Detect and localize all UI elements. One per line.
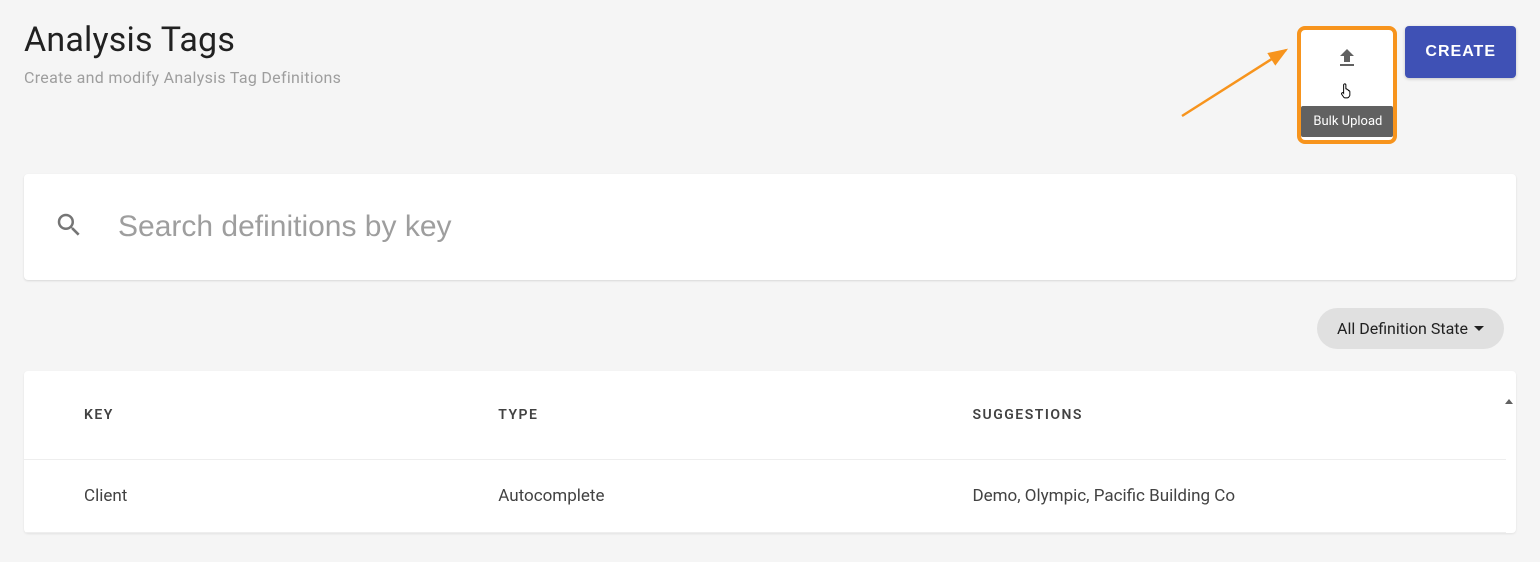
cell-suggestions: Demo, Olympic, Pacific Building Co: [972, 460, 1506, 533]
caret-down-icon: [1474, 326, 1484, 331]
cell-type: Autocomplete: [498, 460, 972, 533]
page-subtitle: Create and modify Analysis Tag Definitio…: [24, 68, 341, 87]
table-row[interactable]: Client Autocomplete Demo, Olympic, Pacif…: [24, 460, 1506, 533]
definition-state-filter[interactable]: All Definition State: [1317, 308, 1504, 349]
page-title: Analysis Tags: [24, 20, 341, 60]
bulk-upload-button[interactable]: Bulk Upload: [1297, 26, 1397, 144]
definitions-table-card: KEY TYPE SUGGESTIONS Client Autocomplete…: [24, 371, 1516, 533]
create-button[interactable]: CREATE: [1405, 26, 1516, 78]
column-header-type[interactable]: TYPE: [498, 371, 972, 460]
definitions-table: KEY TYPE SUGGESTIONS Client Autocomplete…: [24, 371, 1506, 533]
bulk-upload-tooltip: Bulk Upload: [1301, 106, 1393, 137]
search-input[interactable]: [118, 210, 1486, 244]
upload-icon: [1335, 46, 1359, 74]
filter-label: All Definition State: [1337, 319, 1468, 338]
column-header-suggestions[interactable]: SUGGESTIONS: [972, 371, 1506, 460]
cursor-pointer-icon: [1338, 80, 1356, 106]
cell-key: Client: [24, 460, 498, 533]
scroll-up-icon: [1505, 399, 1513, 404]
search-icon: [54, 210, 84, 244]
search-card: [24, 174, 1516, 280]
column-header-key[interactable]: KEY: [24, 371, 498, 460]
